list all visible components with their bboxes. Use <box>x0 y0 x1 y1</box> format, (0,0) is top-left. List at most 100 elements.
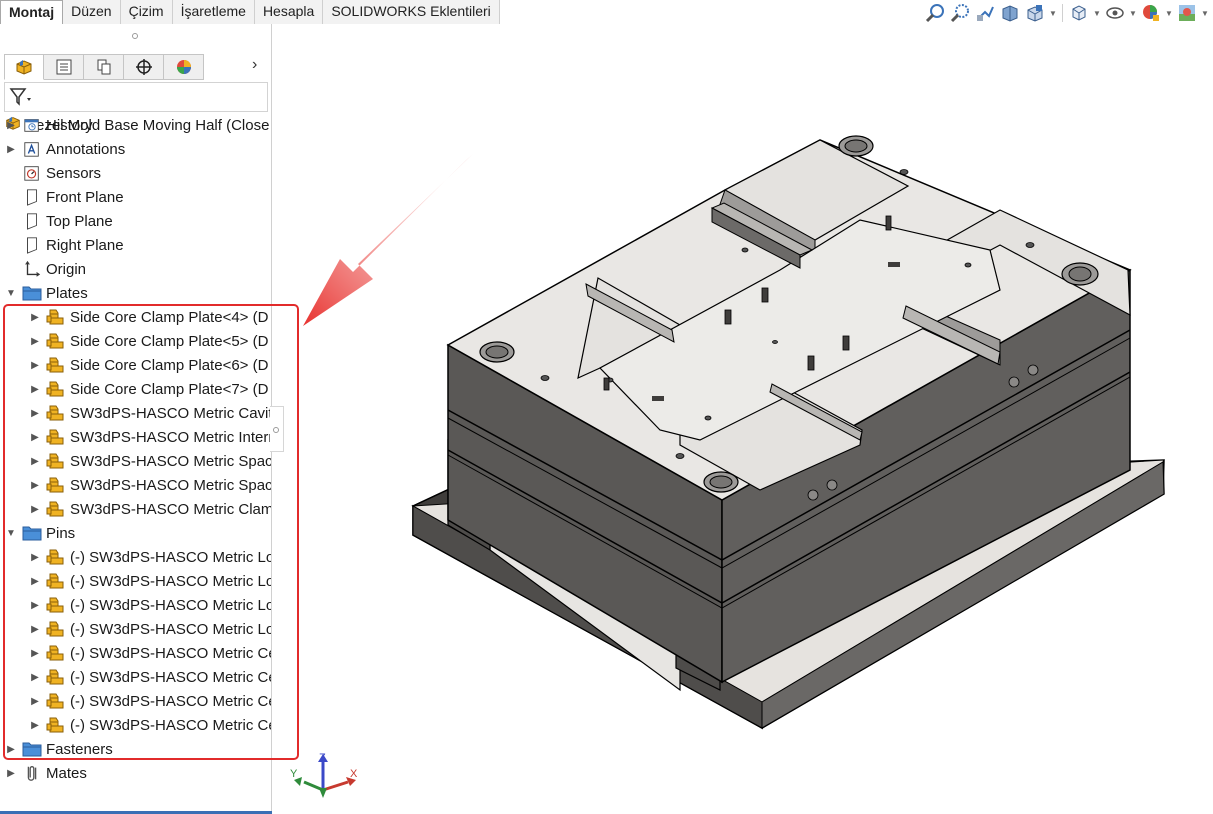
property-manager-tab[interactable] <box>44 54 84 80</box>
command-tab[interactable]: Montaj <box>0 0 64 24</box>
tree-item[interactable]: ▶ History <box>0 113 271 137</box>
part-icon <box>46 451 66 471</box>
tree-component[interactable]: ▶ Side Core Clamp Plate<7> (D <box>0 377 271 401</box>
tree-item-label: SW3dPS-HASCO Metric Intern <box>70 428 271 446</box>
tree-item[interactable]: ▶ Annotations <box>0 137 271 161</box>
tree-component[interactable]: ▶ (-) SW3dPS-HASCO Metric Lo <box>0 617 271 641</box>
command-tab[interactable]: SOLIDWORKS Eklentileri <box>323 0 500 24</box>
expand-arrow-right-icon[interactable]: ▶ <box>30 312 40 323</box>
tree-item[interactable]: ▶ Mates <box>0 761 271 785</box>
expand-arrow-right-icon[interactable]: ▶ <box>30 720 40 731</box>
chevron-down-icon[interactable]: ▼ <box>1201 9 1209 18</box>
tree-component[interactable]: ▶ SW3dPS-HASCO Metric Clamp <box>0 497 271 521</box>
panel-grip[interactable] <box>132 33 138 39</box>
tree-component[interactable]: ▶ SW3dPS-HASCO Metric Cavity <box>0 401 271 425</box>
zoom-to-area-icon[interactable] <box>949 2 971 24</box>
chevron-down-icon[interactable]: ▼ <box>1093 9 1101 18</box>
expand-arrow-right-icon[interactable]: ▶ <box>30 672 40 683</box>
part-icon <box>46 307 66 327</box>
expand-arrow-right-icon[interactable]: ▶ <box>30 408 40 419</box>
sensors-icon <box>22 163 42 183</box>
display-style-icon[interactable] <box>1068 2 1090 24</box>
expand-arrow-right-icon[interactable]: ▶ <box>6 120 16 131</box>
part-icon <box>46 667 66 687</box>
tree-item-label: (-) SW3dPS-HASCO Metric Lo <box>70 572 271 590</box>
configuration-manager-tab[interactable] <box>84 54 124 80</box>
tree-component[interactable]: ▶ (-) SW3dPS-HASCO Metric Lo <box>0 569 271 593</box>
expand-arrow-right-icon[interactable]: ▶ <box>30 552 40 563</box>
tree-item-label: Plates <box>46 284 88 302</box>
tree-component[interactable]: ▶ (-) SW3dPS-HASCO Metric Lo <box>0 545 271 569</box>
mold-base-model <box>411 135 1165 730</box>
expand-arrow-right-icon[interactable]: ▶ <box>30 648 40 659</box>
tree-component[interactable]: ▶ (-) SW3dPS-HASCO Metric Ce <box>0 665 271 689</box>
expand-arrow-right-icon[interactable]: ▶ <box>30 456 40 467</box>
expand-arrow-right-icon[interactable]: ▶ <box>6 744 16 755</box>
command-tab[interactable]: Hesapla <box>254 0 324 24</box>
chevron-down-icon[interactable]: ▼ <box>1165 9 1173 18</box>
section-view-icon[interactable] <box>999 2 1021 24</box>
tree-item-label: Origin <box>46 260 87 278</box>
view-orientation-icon[interactable] <box>1024 2 1046 24</box>
edit-appearance-icon[interactable] <box>1140 2 1162 24</box>
tree-item[interactable]: Sensors <box>0 161 271 185</box>
hide-show-items-icon[interactable] <box>1104 2 1126 24</box>
tree-item[interactable]: Top Plane <box>0 209 271 233</box>
tree-item-label: SW3dPS-HASCO Metric Clamp <box>70 500 271 518</box>
expand-arrow-right-icon[interactable]: ▶ <box>30 504 40 515</box>
expand-arrow-right-icon[interactable]: ▶ <box>30 432 40 443</box>
heads-up-view-toolbar: ▼ ▼ ▼ ▼ ▼ <box>924 2 1209 24</box>
expand-arrow-right-icon[interactable]: ▶ <box>30 360 40 371</box>
expand-arrow-right-icon[interactable]: ▶ <box>30 696 40 707</box>
chevron-down-icon[interactable]: ▼ <box>1049 9 1057 18</box>
tree-component[interactable]: ▶ Side Core Clamp Plate<5> (D <box>0 329 271 353</box>
chevron-right-icon[interactable]: › <box>252 56 257 74</box>
expand-arrow-right-icon[interactable]: ▶ <box>30 336 40 347</box>
filter-icon[interactable] <box>9 87 263 107</box>
command-tab[interactable]: Düzen <box>63 0 121 24</box>
tree-folder-plates[interactable]: ▼ Plates <box>0 281 271 305</box>
folder-icon <box>22 739 42 759</box>
expand-arrow-right-icon[interactable]: ▶ <box>6 768 16 779</box>
expand-arrow-right-icon[interactable]: ▶ <box>30 480 40 491</box>
zoom-to-fit-icon[interactable] <box>924 2 946 24</box>
tree-item[interactable]: ▶ Fasteners <box>0 737 271 761</box>
part-icon <box>46 379 66 399</box>
tree-item-label: SW3dPS-HASCO Metric Space <box>70 476 271 494</box>
expand-arrow-right-icon[interactable]: ▶ <box>30 384 40 395</box>
command-tab[interactable]: İşaretleme <box>172 0 255 24</box>
tree-folder-pins[interactable]: ▼ Pins <box>0 521 271 545</box>
tree-component[interactable]: ▶ SW3dPS-HASCO Metric Intern <box>0 425 271 449</box>
display-manager-tab[interactable] <box>164 54 204 80</box>
command-manager-tabs: Montaj Düzen Çizim İşaretleme Hesapla SOLIDWO… <box>0 0 500 24</box>
expand-arrow-down-icon[interactable]: ▼ <box>6 288 16 299</box>
tree-component[interactable]: ▶ SW3dPS-HASCO Metric Space <box>0 449 271 473</box>
tree-item-label: (-) SW3dPS-HASCO Metric Lo <box>70 620 271 638</box>
expand-arrow-right-icon[interactable]: ▶ <box>30 624 40 635</box>
dimxpert-tab[interactable] <box>124 54 164 80</box>
tree-component[interactable]: ▶ (-) SW3dPS-HASCO Metric Ce <box>0 689 271 713</box>
tree-item[interactable]: Origin <box>0 257 271 281</box>
tree-component[interactable]: ▶ (-) SW3dPS-HASCO Metric Ce <box>0 641 271 665</box>
feature-manager-tab[interactable] <box>4 54 44 80</box>
apply-scene-icon[interactable] <box>1176 2 1198 24</box>
expand-arrow-down-icon[interactable]: ▼ <box>6 528 16 539</box>
feature-tree-filter[interactable] <box>4 82 268 112</box>
expand-arrow-right-icon[interactable]: ▶ <box>30 576 40 587</box>
expand-arrow-right-icon[interactable]: ▶ <box>30 600 40 611</box>
tree-item-label: (-) SW3dPS-HASCO Metric Ce <box>70 644 271 662</box>
tree-item[interactable]: Front Plane <box>0 185 271 209</box>
tree-component[interactable]: ▶ (-) SW3dPS-HASCO Metric Ce <box>0 713 271 737</box>
chevron-down-icon[interactable]: ▼ <box>1129 9 1137 18</box>
command-tab[interactable]: Çizim <box>120 0 173 24</box>
tree-item-label: Side Core Clamp Plate<6> (D <box>70 356 269 374</box>
tree-component[interactable]: ▶ Side Core Clamp Plate<4> (D <box>0 305 271 329</box>
graphics-area[interactable]: Z X Y <box>273 24 1213 814</box>
tree-component[interactable]: ▶ SW3dPS-HASCO Metric Space <box>0 473 271 497</box>
tree-component[interactable]: ▶ Side Core Clamp Plate<6> (D <box>0 353 271 377</box>
toolbar-separator <box>1062 4 1063 22</box>
tree-component[interactable]: ▶ (-) SW3dPS-HASCO Metric Lo <box>0 593 271 617</box>
tree-item[interactable]: Right Plane <box>0 233 271 257</box>
expand-arrow-right-icon[interactable]: ▶ <box>6 144 16 155</box>
previous-view-icon[interactable] <box>974 2 996 24</box>
